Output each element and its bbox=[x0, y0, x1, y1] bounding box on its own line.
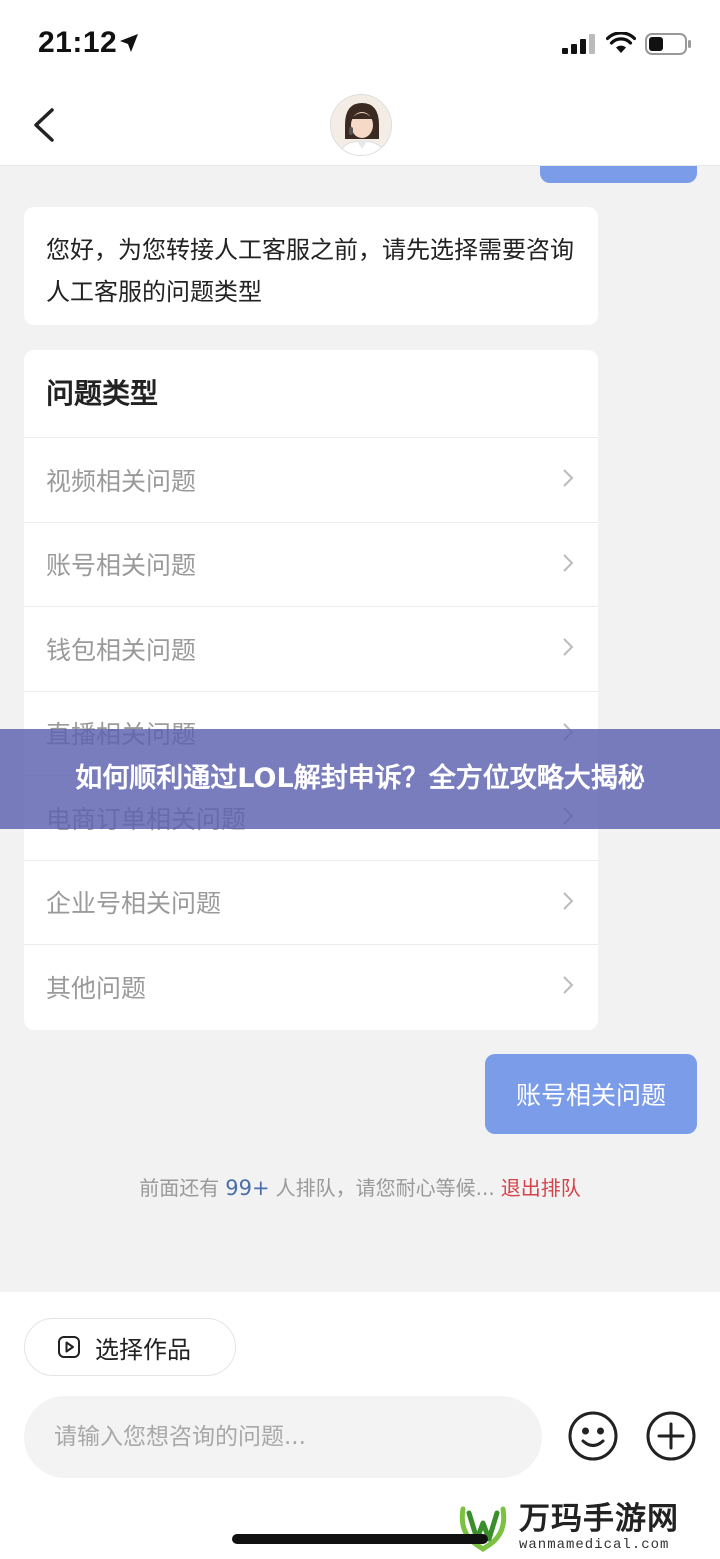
nav-bar bbox=[0, 86, 720, 166]
signal-icon bbox=[562, 34, 595, 54]
chevron-right-icon bbox=[563, 553, 574, 572]
previous-message-bubble bbox=[540, 166, 697, 183]
watermark-brand: 万玛手游网 bbox=[519, 1501, 679, 1537]
agent-message: 您好，为您转接人工客服之前，请先选择需要咨询人工客服的问题类型 bbox=[24, 207, 598, 325]
user-message-text: 账号相关问题 bbox=[515, 1081, 666, 1110]
play-square-icon bbox=[58, 1336, 80, 1358]
queue-status: 前面还有 99+ 人排队，请您耐心等候... 退出排队 bbox=[0, 1172, 720, 1201]
exit-queue-link[interactable]: 退出排队 bbox=[501, 1176, 581, 1200]
queue-prefix: 前面还有 bbox=[139, 1176, 220, 1200]
chevron-left-icon[interactable] bbox=[24, 104, 66, 146]
question-type-label: 视频相关问题 bbox=[46, 466, 197, 496]
overlay-banner: 如何顺利通过LOL解封申诉？全方位攻略大揭秘 bbox=[0, 729, 720, 829]
chevron-right-icon bbox=[563, 891, 574, 910]
overlay-banner-text: 如何顺利通过LOL解封申诉？全方位攻略大揭秘 bbox=[75, 763, 645, 794]
question-type-card: 问题类型 视频相关问题 账号相关问题 钱包相关问题 直播相关问题 电商订单相关问… bbox=[24, 350, 598, 1030]
question-type-item[interactable]: 账号相关问题 bbox=[24, 523, 598, 607]
chevron-right-icon bbox=[563, 469, 574, 487]
watermark-url: wanmamedical.com bbox=[519, 1537, 670, 1553]
question-type-label: 企业号相关问题 bbox=[46, 889, 222, 919]
status-time: 21:12 bbox=[38, 26, 118, 59]
location-arrow-icon bbox=[120, 34, 138, 52]
smiley-icon[interactable] bbox=[567, 1410, 619, 1462]
watermark: 万玛手游网 wanmamedical.com bbox=[455, 1495, 715, 1559]
question-type-title: 问题类型 bbox=[24, 350, 598, 438]
select-work-label: 选择作品 bbox=[95, 1335, 191, 1364]
user-message-bubble: 账号相关问题 bbox=[485, 1054, 697, 1134]
status-bar: 21:12 bbox=[0, 0, 720, 86]
question-type-item[interactable]: 企业号相关问题 bbox=[24, 861, 598, 945]
queue-count: 99+ bbox=[225, 1176, 270, 1200]
plus-circle-icon[interactable] bbox=[645, 1410, 697, 1462]
wifi-icon bbox=[606, 32, 636, 53]
chevron-right-icon bbox=[563, 976, 574, 994]
question-type-label: 账号相关问题 bbox=[46, 551, 197, 581]
question-type-label: 钱包相关问题 bbox=[46, 635, 197, 665]
question-type-item[interactable]: 其他问题 bbox=[24, 945, 598, 1030]
question-type-item[interactable]: 视频相关问题 bbox=[24, 438, 598, 523]
watermark-logo-icon bbox=[459, 1506, 507, 1553]
question-type-label: 其他问题 bbox=[46, 974, 147, 1004]
home-indicator bbox=[232, 1534, 488, 1544]
battery-icon bbox=[645, 33, 691, 55]
question-input[interactable] bbox=[24, 1396, 542, 1478]
select-work-button[interactable]: 选择作品 bbox=[24, 1318, 236, 1376]
avatar[interactable] bbox=[330, 94, 392, 156]
chevron-right-icon bbox=[563, 638, 574, 656]
queue-suffix: 人排队，请您耐心等候... bbox=[275, 1176, 495, 1200]
question-type-item[interactable]: 钱包相关问题 bbox=[24, 607, 598, 692]
agent-message-text: 您好，为您转接人工客服之前，请先选择需要咨询人工客服的问题类型 bbox=[46, 236, 574, 306]
agent-avatar-icon bbox=[331, 95, 391, 155]
